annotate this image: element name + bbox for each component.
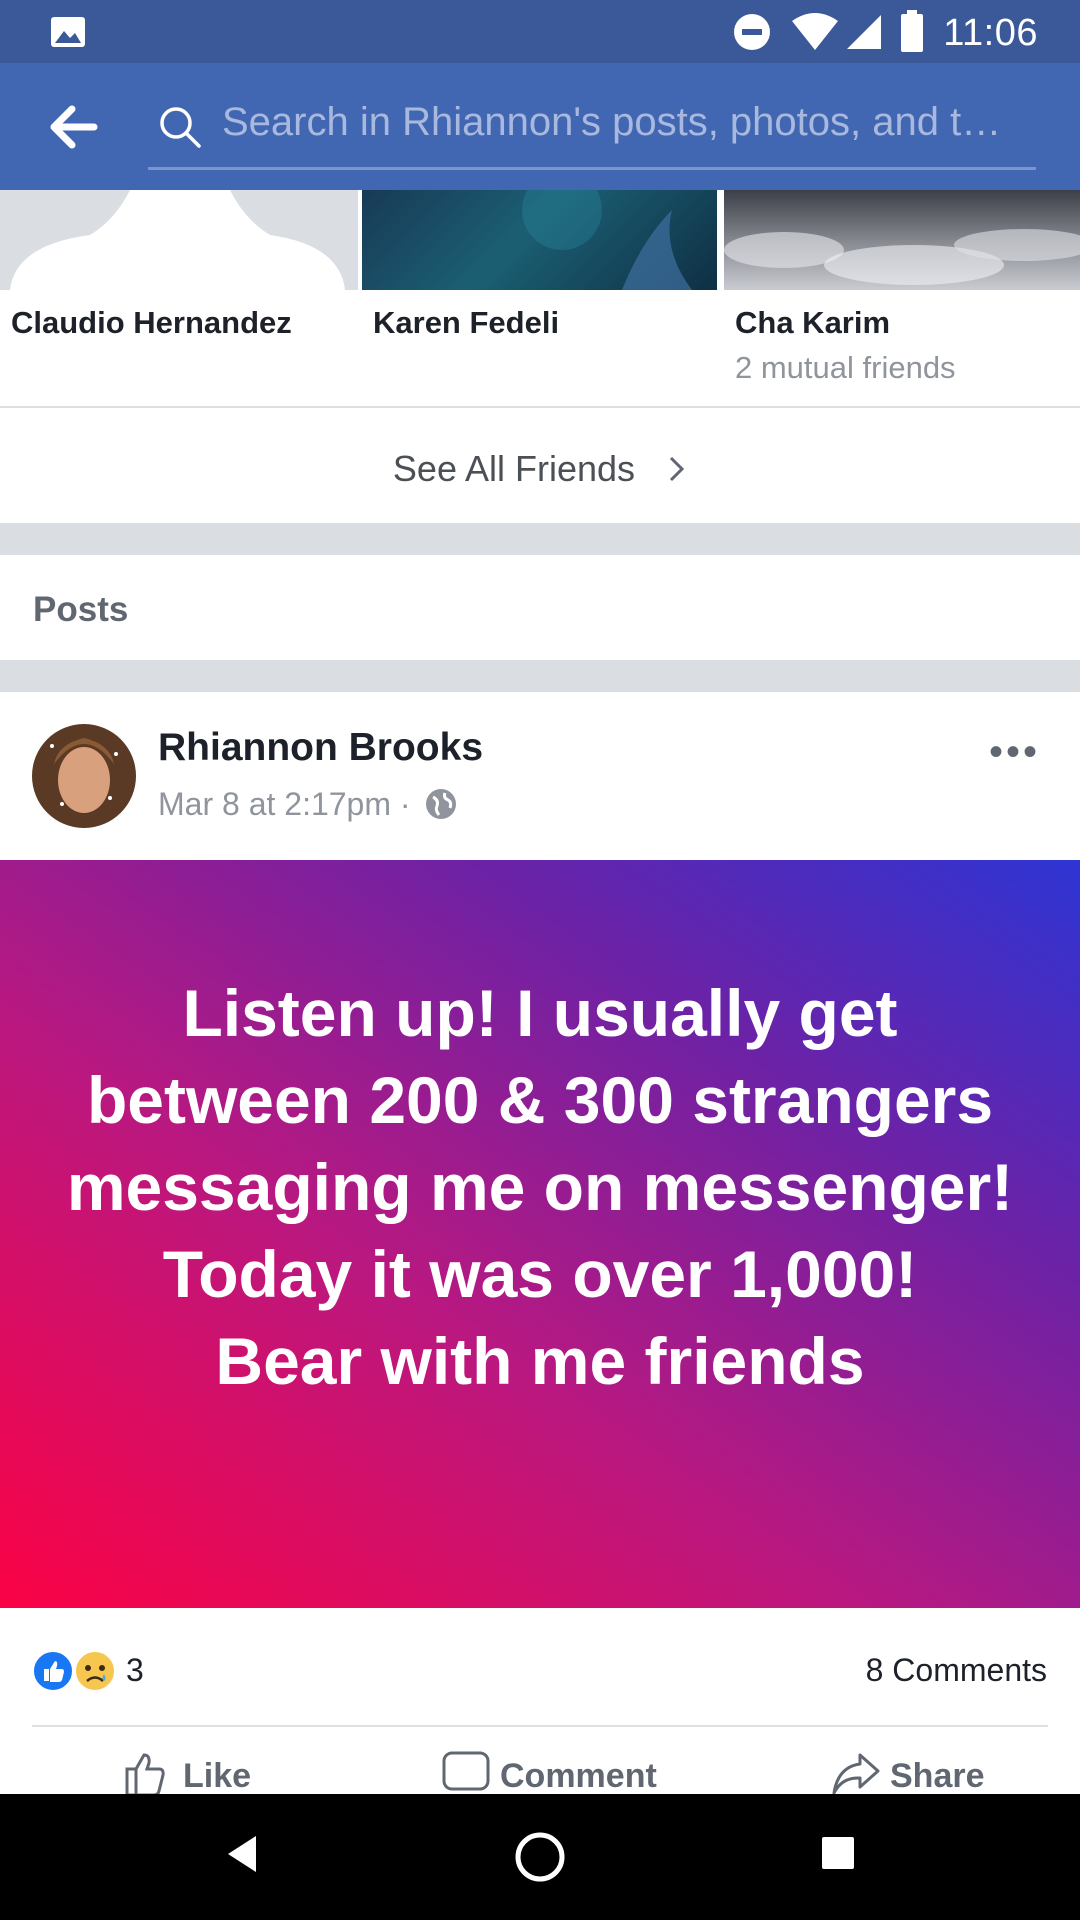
avatar[interactable] — [32, 724, 136, 828]
comment-icon — [442, 1751, 490, 1791]
wifi-icon — [792, 13, 838, 50]
like-reaction-icon — [32, 1650, 74, 1692]
friend-card[interactable]: Cha Karim 2 mutual friends — [724, 190, 1080, 406]
search-input[interactable]: Search in Rhiannon's posts, photos, and … — [148, 87, 1036, 170]
post-actions: Like Comment Share — [0, 1727, 1080, 1794]
signal-icon — [847, 15, 881, 49]
friend-photo — [362, 190, 717, 290]
more-options-icon[interactable]: ••• — [989, 730, 1040, 775]
friend-mutual-count: 2 mutual friends — [735, 350, 956, 385]
dnd-icon — [734, 14, 770, 50]
section-divider — [0, 660, 1080, 692]
battery-icon — [901, 10, 923, 52]
comment-button[interactable]: Comment — [442, 1751, 657, 1794]
back-nav-icon[interactable] — [222, 1832, 262, 1876]
section-divider — [0, 523, 1080, 555]
friend-photo — [0, 190, 358, 290]
share-icon — [832, 1753, 880, 1794]
status-bar: 11:06 — [0, 0, 1080, 63]
post-text: Listen up! I usually get between 200 & 3… — [66, 976, 1014, 1398]
friend-name: Claudio Hernandez — [11, 305, 292, 340]
post-timestamp[interactable]: Mar 8 at 2:17pm — [158, 786, 391, 822]
comments-count[interactable]: 8 Comments — [866, 1652, 1047, 1689]
posts-heading-label: Posts — [33, 590, 129, 629]
search-placeholder: Search in Rhiannon's posts, photos, and … — [222, 100, 1002, 144]
recents-nav-icon[interactable] — [820, 1835, 856, 1871]
sad-reaction-icon — [74, 1650, 116, 1692]
search-header: Search in Rhiannon's posts, photos, and … — [0, 63, 1080, 190]
back-arrow-icon[interactable] — [48, 101, 100, 153]
search-icon — [160, 107, 201, 148]
clock: 11:06 — [943, 12, 1038, 54]
gallery-icon — [51, 17, 85, 47]
reactions-bar[interactable]: 3 8 Comments — [0, 1608, 1080, 1726]
friends-strip: Claudio Hernandez Karen Fedeli Cha Karim… — [0, 190, 1080, 408]
share-label: Share — [890, 1757, 985, 1794]
chevron-right-icon — [670, 456, 685, 482]
see-all-friends-button[interactable]: See All Friends — [0, 408, 1080, 523]
posts-heading: Posts — [0, 555, 1080, 660]
friend-name: Karen Fedeli — [373, 305, 560, 340]
friend-name: Cha Karim — [735, 305, 891, 340]
post-background: Listen up! I usually get between 200 & 3… — [0, 860, 1080, 1608]
like-icon — [125, 1753, 165, 1794]
friend-photo — [724, 190, 1080, 290]
friend-card[interactable]: Claudio Hernandez — [0, 190, 358, 406]
friend-card[interactable]: Karen Fedeli — [362, 190, 720, 406]
comment-label: Comment — [500, 1757, 657, 1794]
globe-icon — [426, 789, 457, 819]
post-meta: Mar 8 at 2:17pm · — [158, 786, 457, 823]
share-button[interactable]: Share — [832, 1753, 985, 1794]
like-label: Like — [183, 1757, 252, 1794]
like-button[interactable]: Like — [125, 1753, 252, 1794]
navigation-bar — [0, 1794, 1080, 1920]
reaction-count: 3 — [126, 1652, 144, 1688]
post-author[interactable]: Rhiannon Brooks — [158, 726, 483, 770]
home-nav-icon[interactable] — [513, 1830, 567, 1884]
post-header: Rhiannon Brooks Mar 8 at 2:17pm · ••• — [0, 692, 1080, 860]
see-all-label: See All Friends — [392, 448, 636, 489]
